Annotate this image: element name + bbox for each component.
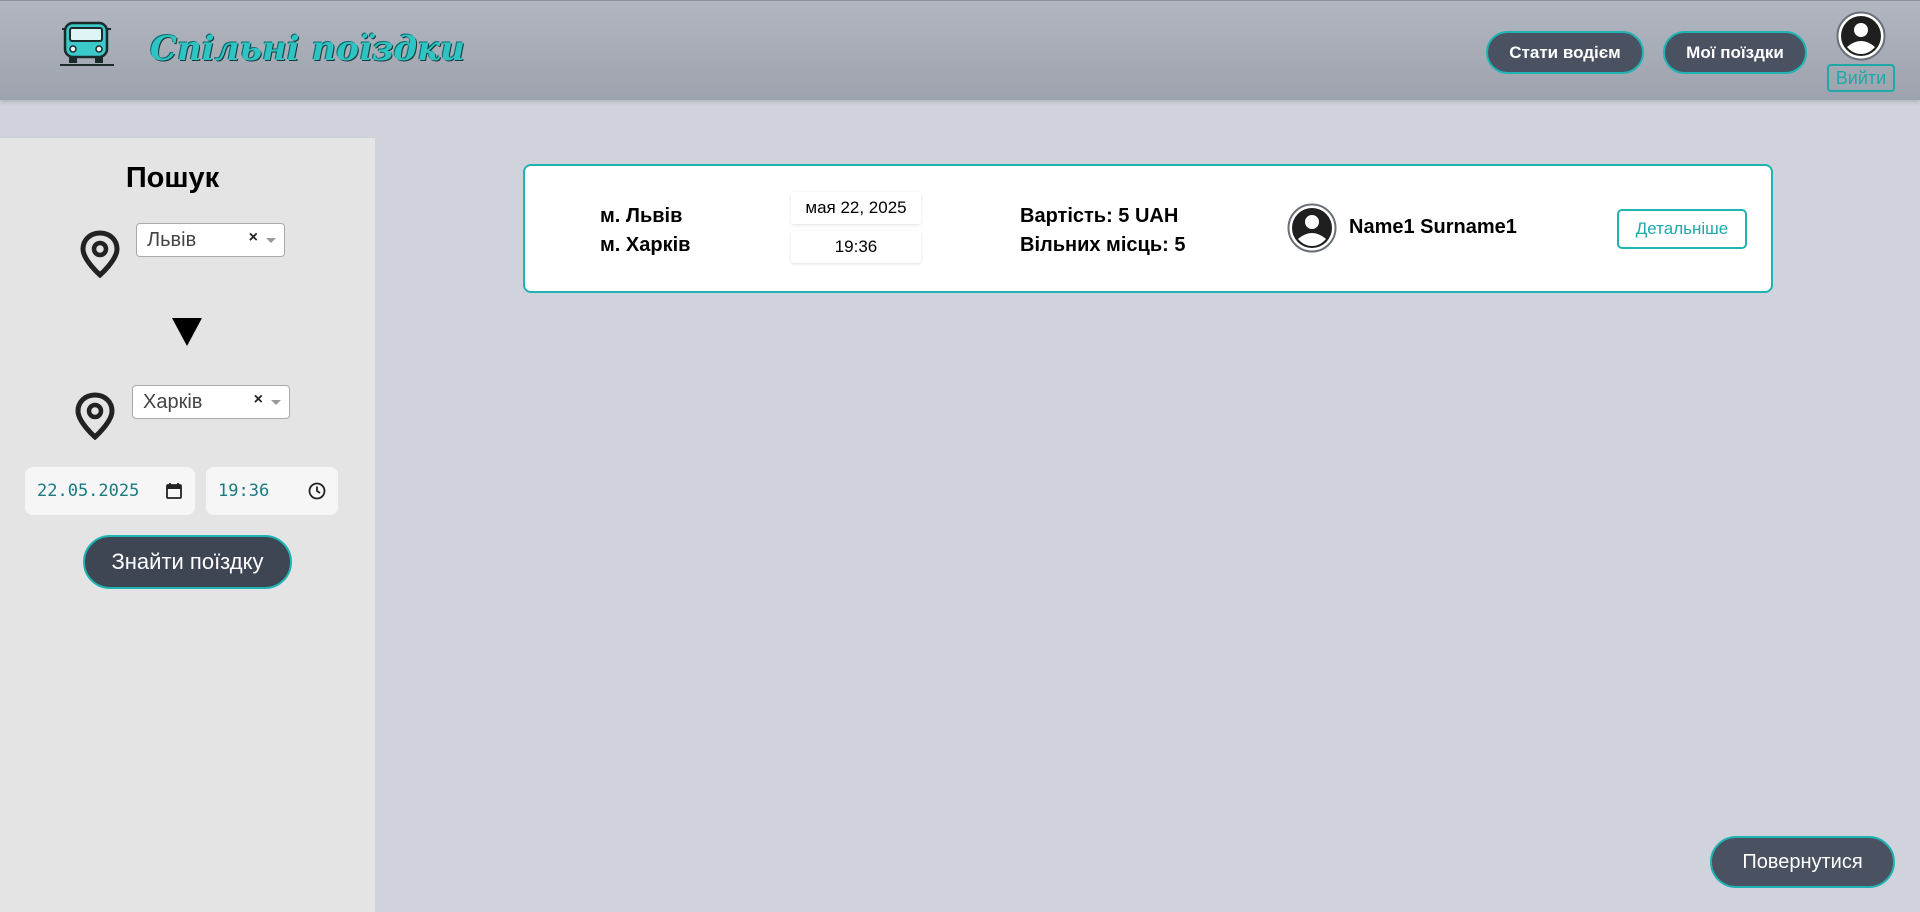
trip-route: м. Львів м. Харків: [600, 202, 690, 260]
map-pin-icon: [80, 230, 120, 278]
trip-to: м. Харків: [600, 234, 691, 256]
date-value: 22.05.2025: [37, 481, 140, 501]
chevron-down-icon[interactable]: [266, 238, 276, 243]
to-city-select[interactable]: Харків ×: [132, 385, 290, 419]
date-input[interactable]: 22.05.2025: [25, 467, 195, 515]
trip-from: м. Львів: [600, 205, 683, 227]
clear-to-icon[interactable]: ×: [254, 391, 263, 409]
calendar-icon[interactable]: [165, 482, 183, 500]
logout-button[interactable]: Вийти: [1827, 64, 1895, 92]
trip-time: 19:36: [791, 231, 921, 263]
from-city-select[interactable]: Львів ×: [136, 223, 285, 257]
clock-icon[interactable]: [308, 482, 326, 500]
top-header: Спільні поїздки Стати водієм Мої поїздки…: [0, 0, 1920, 100]
my-trips-button[interactable]: Мої поїздки: [1663, 31, 1807, 74]
trip-info: Вартість: 5 UAH Вільних місць: 5: [1020, 202, 1185, 260]
time-input[interactable]: 19:36: [206, 467, 338, 515]
back-button[interactable]: Повернутися: [1710, 836, 1895, 888]
user-avatar-icon[interactable]: [1836, 11, 1886, 61]
time-value: 19:36: [218, 481, 270, 501]
clear-from-icon[interactable]: ×: [249, 229, 258, 247]
from-city-value: Львів: [147, 228, 197, 251]
search-sidebar: Пошук Львів × Харків × 22.05.2025 19:36: [0, 138, 375, 912]
brand-title[interactable]: Спільні поїздки: [150, 29, 465, 69]
driver-name: Name1 Surname1: [1349, 216, 1517, 238]
become-driver-button[interactable]: Стати водієм: [1486, 31, 1644, 74]
bus-icon[interactable]: [60, 19, 114, 67]
trip-date: мая 22, 2025: [791, 192, 921, 224]
trip-price: Вартість: 5 UAH: [1020, 205, 1179, 227]
driver-avatar-icon: [1287, 203, 1337, 253]
chevron-down-icon[interactable]: [271, 400, 281, 405]
search-title: Пошук: [125, 162, 220, 194]
to-city-value: Харків: [143, 390, 203, 413]
trip-seats: Вільних місць: 5: [1020, 234, 1186, 256]
details-button[interactable]: Детальніше: [1617, 209, 1747, 249]
map-pin-icon: [75, 392, 115, 440]
trip-card: м. Львів м. Харків мая 22, 2025 19:36 Ва…: [523, 164, 1773, 293]
down-triangle-icon: [172, 318, 202, 346]
find-trip-button[interactable]: Знайти поїздку: [83, 535, 292, 589]
